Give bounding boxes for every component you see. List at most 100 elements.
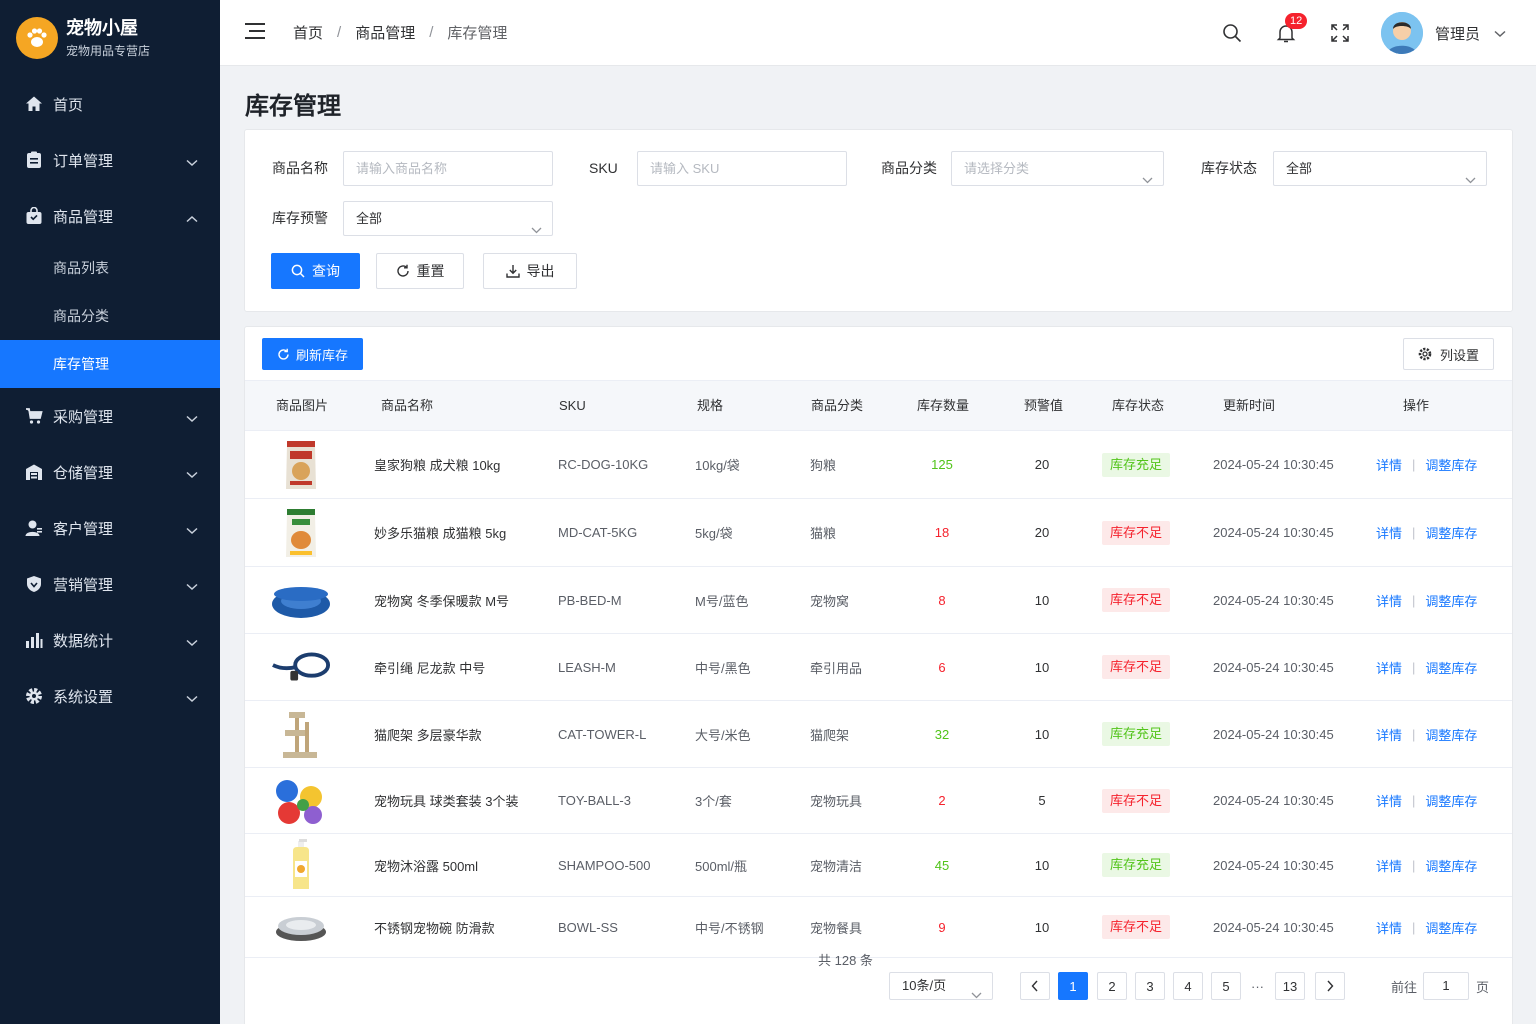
sidebar-item-product-list[interactable]: 商品列表 (0, 244, 220, 292)
stock-alert-value: 全部 (356, 211, 383, 226)
sidebar-item-statistics[interactable]: 数据统计 (0, 612, 220, 668)
adjust-stock-link[interactable]: 调整库存 (1425, 725, 1477, 744)
sidebar-item-settings[interactable]: 系统设置 (0, 668, 220, 724)
stock-status-select[interactable]: 全部 (1273, 151, 1487, 186)
page-title: 库存管理 (245, 93, 341, 120)
adjust-stock-link[interactable]: 调整库存 (1425, 918, 1477, 937)
column-settings-button[interactable]: 列设置 (1403, 338, 1494, 370)
updated-time: 2024-05-24 10:30:45 (1213, 726, 1334, 742)
warehouse-icon (25, 463, 43, 481)
sidebar-item-warehouse[interactable]: 仓储管理 (0, 444, 220, 500)
adjust-stock-link[interactable]: 调整库存 (1425, 523, 1477, 542)
reset-button[interactable]: 重置 (376, 253, 464, 289)
menu-toggle-icon[interactable] (245, 23, 265, 42)
product-image[interactable] (271, 437, 331, 493)
adjust-stock-link[interactable]: 调整库存 (1425, 791, 1477, 810)
sidebar-item-marketing[interactable]: 营销管理 (0, 556, 220, 612)
chevron-down-icon (971, 982, 982, 1008)
breadcrumb-current: 库存管理 (447, 25, 508, 42)
clipboard-icon (25, 151, 43, 169)
product-image[interactable] (271, 706, 331, 762)
table-row: 妙多乐猫粮 成猫粮 5kg MD-CAT-5KG 5kg/袋 猫粮 18 20 库存不足 20… (245, 499, 1512, 567)
product-image[interactable] (271, 773, 331, 829)
goto-suffix: 页 (1476, 979, 1490, 995)
sidebar-item-products[interactable]: 商品管理 (0, 188, 220, 244)
sidebar-item-label: 首页 (53, 96, 84, 114)
avatar[interactable] (1380, 12, 1423, 54)
brand-title: 宠物小屋 (66, 18, 138, 38)
detail-link[interactable]: 详情 (1376, 856, 1402, 875)
product-image[interactable] (271, 899, 331, 955)
brand-subtitle: 宠物用品专营店 (66, 44, 151, 58)
sidebar-item-product-category[interactable]: 商品分类 (0, 292, 220, 340)
detail-link[interactable]: 详情 (1376, 523, 1402, 542)
sidebar-item-customers[interactable]: 客户管理 (0, 500, 220, 556)
search-button-label: 查询 (312, 263, 340, 279)
detail-link[interactable]: 详情 (1376, 918, 1402, 937)
chevron-down-icon[interactable] (1494, 26, 1506, 41)
stock-alert-select[interactable]: 全部 (343, 201, 553, 236)
breadcrumb-home[interactable]: 首页 (293, 22, 323, 43)
product-sku: PB-BED-M (558, 592, 622, 608)
product-image[interactable] (271, 572, 331, 628)
stock-quantity: 18 (934, 525, 950, 540)
product-spec: 10kg/袋 (695, 458, 740, 473)
next-page-button[interactable] (1315, 972, 1345, 1000)
category-select[interactable]: 请选择分类 (951, 151, 1164, 186)
page-size-select[interactable]: 10条/页 (889, 972, 993, 1000)
product-name: 牵引绳 尼龙款 中号 (374, 660, 486, 676)
alert-value: 10 (1034, 726, 1050, 742)
page-button[interactable]: 3 (1135, 972, 1165, 1000)
detail-link[interactable]: 详情 (1376, 725, 1402, 744)
status-badge: 库存不足 (1102, 588, 1171, 612)
export-button[interactable]: 导出 (483, 253, 577, 289)
sidebar-item-purchase[interactable]: 采购管理 (0, 388, 220, 444)
sidebar-item-home[interactable]: 首页 (0, 76, 220, 132)
detail-link[interactable]: 详情 (1376, 591, 1402, 610)
brand-logo[interactable]: 宠物小屋 宠物用品专营店 (0, 0, 220, 76)
sku-input[interactable]: 请输入 SKU (637, 151, 847, 186)
stock-quantity: 45 (934, 857, 950, 873)
detail-link[interactable]: 详情 (1376, 658, 1402, 677)
status-badge: 库存不足 (1102, 520, 1171, 545)
adjust-stock-link[interactable]: 调整库存 (1425, 658, 1477, 677)
user-name[interactable]: 管理员 (1435, 23, 1480, 44)
action-divider: | (1412, 857, 1416, 873)
search-icon[interactable] (1221, 22, 1243, 44)
bar-chart-icon (25, 631, 43, 649)
notification-bell-icon[interactable]: 12 (1275, 13, 1308, 44)
page-button[interactable]: 13 (1275, 972, 1305, 1000)
breadcrumb-products[interactable]: 商品管理 (355, 22, 415, 43)
chevron-down-icon (186, 466, 198, 483)
product-spec: 3个/套 (695, 794, 732, 809)
goto-page-input[interactable]: 1 (1423, 972, 1469, 1000)
updated-time: 2024-05-24 10:30:45 (1213, 592, 1334, 608)
product-category: 猫粮 (810, 526, 837, 541)
page-button[interactable]: 1 (1058, 972, 1088, 1000)
prev-page-button[interactable] (1020, 972, 1050, 1000)
page-button[interactable]: 5 (1211, 972, 1241, 1000)
product-sku: MD-CAT-5KG (558, 525, 638, 540)
adjust-stock-link[interactable]: 调整库存 (1425, 856, 1477, 875)
detail-link[interactable]: 详情 (1376, 455, 1402, 474)
adjust-stock-link[interactable]: 调整库存 (1425, 591, 1477, 610)
adjust-stock-link[interactable]: 调整库存 (1425, 455, 1477, 474)
product-image[interactable] (271, 639, 331, 695)
fullscreen-icon[interactable] (1329, 22, 1351, 44)
sidebar-item-label: 仓储管理 (53, 464, 114, 482)
pagination-ellipsis[interactable]: ··· (1251, 972, 1264, 1000)
refresh-stock-button[interactable]: 刷新库存 (262, 338, 363, 370)
sidebar-item-inventory[interactable]: 库存管理 (0, 340, 220, 388)
product-name-input[interactable]: 请输入商品名称 (343, 151, 553, 186)
page-button[interactable]: 4 (1173, 972, 1203, 1000)
detail-link[interactable]: 详情 (1376, 791, 1402, 810)
product-image[interactable] (271, 505, 331, 561)
sidebar-item-orders[interactable]: 订单管理 (0, 132, 220, 188)
chevron-down-icon (1142, 163, 1153, 196)
product-name: 猫爬架 多层豪华款 (374, 727, 482, 743)
status-badge: 库存充足 (1102, 853, 1171, 877)
search-button[interactable]: 查询 (271, 253, 360, 289)
product-image[interactable] (271, 837, 331, 893)
action-divider: | (1412, 919, 1416, 935)
page-button[interactable]: 2 (1097, 972, 1127, 1000)
